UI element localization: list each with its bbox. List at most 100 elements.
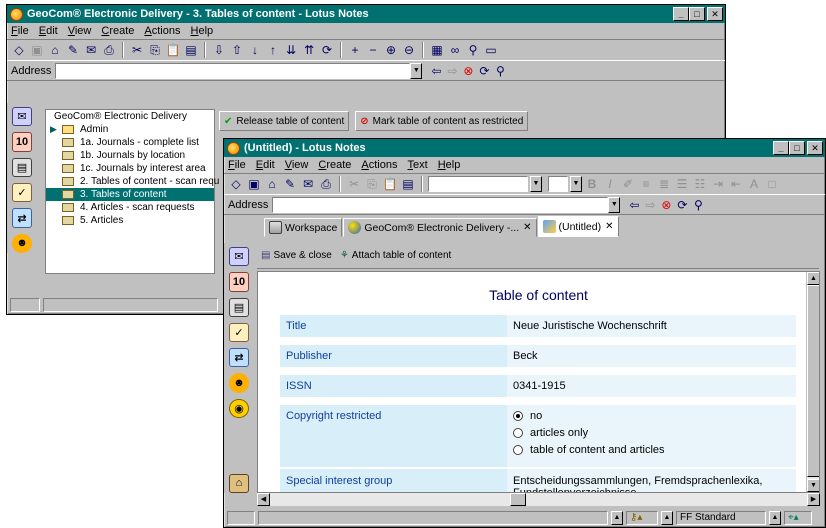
tab-close-icon[interactable]: ✕: [523, 222, 531, 233]
tab-close-icon[interactable]: ✕: [605, 221, 613, 232]
outline-item[interactable]: 5. Articles: [46, 214, 214, 227]
permanent-pen-icon[interactable]: □: [764, 176, 780, 192]
tab-database[interactable]: GeoCom® Electronic Delivery -... ✕: [343, 218, 537, 237]
paste-icon[interactable]: 📋: [165, 42, 181, 58]
release-toc-button[interactable]: ✔ Release table of content: [219, 111, 350, 131]
radio-button[interactable]: [513, 444, 523, 455]
forward-icon[interactable]: ⇨: [642, 197, 658, 213]
menu-file[interactable]: File: [11, 25, 29, 37]
radio-option-no[interactable]: no: [513, 407, 790, 424]
font-status[interactable]: FF Standard: [676, 511, 766, 525]
collapse-icon[interactable]: −: [365, 42, 381, 58]
menu-actions[interactable]: Actions: [144, 25, 180, 37]
back-icon[interactable]: ⇦: [626, 197, 642, 213]
minimize-button[interactable]: _: [773, 141, 789, 155]
menu-help[interactable]: Help: [191, 25, 214, 37]
font-size-dropdown-button[interactable]: ▼: [570, 176, 582, 192]
prev-icon[interactable]: ↑: [265, 42, 281, 58]
address-book-bookmark-icon[interactable]: ▤: [12, 157, 32, 178]
copy-icon[interactable]: ⎘: [147, 42, 163, 58]
indent-icon[interactable]: ⇥: [710, 176, 726, 192]
outline-item[interactable]: 4. Articles - scan requests: [46, 201, 214, 214]
bold-icon[interactable]: B: [584, 176, 600, 192]
reload-icon[interactable]: ⟳: [476, 63, 492, 79]
menu-text[interactable]: Text: [408, 159, 428, 171]
outdent-icon[interactable]: ⇤: [728, 176, 744, 192]
address-dropdown-button[interactable]: ▼: [608, 196, 621, 213]
outline-item[interactable]: 1c. Journals by interest area: [46, 162, 214, 175]
menu-edit[interactable]: Edit: [256, 159, 275, 171]
edit-icon[interactable]: ✎: [282, 176, 298, 192]
calendar-bookmark-icon[interactable]: 10: [12, 132, 32, 152]
location-icon[interactable]: ⌖▴: [784, 511, 812, 525]
menu-file[interactable]: File: [228, 159, 246, 171]
foreground-notes-window[interactable]: (Untitled) - Lotus Notes _ □ ✕ File Edit…: [223, 138, 826, 528]
mark-restricted-button[interactable]: ⊘ Mark table of content as restricted: [355, 111, 529, 131]
refresh-icon[interactable]: ⟳: [319, 42, 335, 58]
cut-icon[interactable]: ✂: [346, 176, 362, 192]
address-input[interactable]: [272, 196, 609, 213]
key-icon[interactable]: ⚷▴: [626, 511, 658, 525]
forward-icon[interactable]: ⇨: [444, 63, 460, 79]
expand-icon[interactable]: +: [347, 42, 363, 58]
next-icon[interactable]: ↓: [247, 42, 263, 58]
radio-button[interactable]: [513, 410, 523, 421]
outline-item[interactable]: 1b. Journals by location: [46, 149, 214, 162]
hscroll-thumb[interactable]: [510, 493, 526, 506]
outline-item[interactable]: 2. Tables of content - scan requ: [46, 175, 219, 188]
numbering-icon[interactable]: ☷: [692, 176, 708, 192]
table-icon[interactable]: ▦: [429, 42, 445, 58]
edit-icon[interactable]: ✎: [65, 42, 81, 58]
todo-bookmark-icon[interactable]: ✓: [229, 322, 249, 343]
issn-field[interactable]: 0341-1915: [507, 375, 796, 397]
tab-workspace[interactable]: Workspace: [264, 218, 343, 237]
status-up-button[interactable]: ▲: [611, 511, 623, 525]
search-web-icon[interactable]: ⚲: [492, 63, 508, 79]
horizontal-scrollbar[interactable]: ◀ ▶: [257, 493, 820, 506]
next-unread-icon[interactable]: ⇩: [211, 42, 227, 58]
forward-mail-icon[interactable]: ✉: [300, 176, 316, 192]
save-icon[interactable]: ▣: [29, 42, 45, 58]
menu-view[interactable]: View: [68, 25, 92, 37]
save-icon[interactable]: ▣: [246, 176, 262, 192]
menu-create[interactable]: Create: [101, 25, 134, 37]
replicator-bookmark-icon[interactable]: ⇄: [12, 208, 32, 228]
print-icon[interactable]: ⎙: [318, 176, 334, 192]
outline-item[interactable]: 1a. Journals - complete list: [46, 136, 214, 149]
next-main-icon[interactable]: ⇊: [283, 42, 299, 58]
scroll-right-button[interactable]: ▶: [807, 493, 820, 506]
status-up-button[interactable]: ▲: [769, 511, 781, 525]
print-icon[interactable]: ⎙: [101, 42, 117, 58]
maximize-button[interactable]: □: [689, 7, 705, 21]
window1-titlebar[interactable]: GeoCom® Electronic Delivery - 3. Tables …: [7, 5, 725, 23]
tab-untitled[interactable]: (Untitled) ✕: [537, 216, 619, 237]
search-icon[interactable]: ⚲: [465, 42, 481, 58]
favorites-bookmark-icon[interactable]: ☻: [229, 373, 249, 393]
style-select[interactable]: [428, 176, 528, 192]
close-button[interactable]: ✕: [807, 141, 823, 155]
databases-bookmark-icon[interactable]: ◉: [229, 398, 249, 418]
radio-button[interactable]: [513, 427, 523, 438]
minimize-button[interactable]: _: [673, 7, 689, 21]
attach-toc-button[interactable]: ⚘ Attach table of content: [340, 250, 451, 261]
paste-special-icon[interactable]: ▤: [183, 42, 199, 58]
properties-icon[interactable]: ▭: [483, 42, 499, 58]
mail-bookmark-icon[interactable]: ✉: [12, 107, 32, 127]
close-button[interactable]: ✕: [707, 7, 723, 21]
window2-titlebar[interactable]: (Untitled) - Lotus Notes _ □ ✕: [224, 139, 825, 157]
status-up-button[interactable]: ▲: [661, 511, 673, 525]
prev-main-icon[interactable]: ⇈: [301, 42, 317, 58]
favorites-bookmark-icon[interactable]: ☻: [12, 233, 32, 253]
menu-edit[interactable]: Edit: [39, 25, 58, 37]
stop-icon[interactable]: ⊗: [658, 197, 674, 213]
save-close-button[interactable]: ▤ Save & close: [261, 250, 332, 261]
outline-item-selected[interactable]: 3. Tables of content: [46, 188, 214, 201]
scroll-thumb[interactable]: [807, 285, 819, 477]
address-book-bookmark-icon[interactable]: ▤: [229, 297, 249, 317]
menu-actions[interactable]: Actions: [361, 159, 397, 171]
menu-view[interactable]: View: [285, 159, 309, 171]
replicator-bookmark-icon[interactable]: ⇄: [229, 348, 249, 368]
expand-all-icon[interactable]: ⊕: [383, 42, 399, 58]
cut-icon[interactable]: ✂: [129, 42, 145, 58]
back-icon[interactable]: ⇦: [428, 63, 444, 79]
